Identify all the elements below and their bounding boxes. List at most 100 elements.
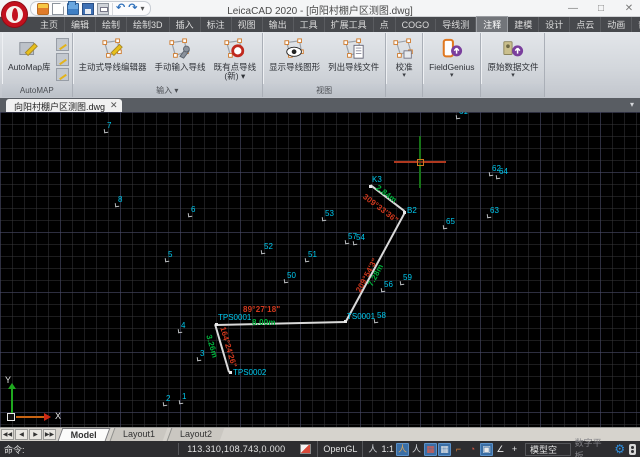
opengl-button[interactable]: OpenGL xyxy=(317,441,363,457)
menu-tab-18[interactable]: 动画 xyxy=(601,17,632,32)
menu-tab-4[interactable]: 绘制3D xyxy=(127,17,170,32)
model-space-button[interactable]: 模型空间 xyxy=(525,443,571,456)
ribbon-group-caption-3: 视图 xyxy=(263,84,385,97)
layout-nav-4[interactable]: ▶▶ xyxy=(43,429,56,440)
layout-tab-label-layout1: Layout1 xyxy=(123,428,155,441)
automap-icon xyxy=(17,36,41,62)
automap-small-button-1[interactable] xyxy=(56,38,69,51)
polar-tracking-icon[interactable]: ◔ xyxy=(466,443,479,456)
ribbon-group-caption-4 xyxy=(386,84,422,97)
existing-point-traverse-button[interactable]: 既有点导线(新) ▾ xyxy=(211,35,260,82)
edit-icon xyxy=(101,36,125,62)
layout-nav-2[interactable]: ◀ xyxy=(15,429,28,440)
user-mini-icon[interactable] xyxy=(629,444,636,455)
point-label-51: 51 xyxy=(308,251,317,259)
point-label-63: 63 xyxy=(490,207,499,215)
layout-nav-3[interactable]: ▶ xyxy=(29,429,42,440)
menu-tab-11[interactable]: 点 xyxy=(374,17,396,32)
active-traverse-editor-button[interactable]: 主动式导线编辑器 xyxy=(76,35,150,73)
menu-tab-12[interactable]: COGO xyxy=(396,19,437,31)
osnap-icon[interactable]: ▣ xyxy=(480,443,493,456)
menu-tab-10[interactable]: 扩展工具 xyxy=(325,17,374,32)
eye-icon xyxy=(283,36,307,62)
docbar-chevron-icon[interactable]: ▾ xyxy=(630,100,634,109)
coordinates-readout: 113.310,108.743,0.000 xyxy=(179,444,293,454)
layout-tab-bar: ◀◀◀▶▶▶ModelLayout1Layout2 xyxy=(0,427,640,441)
ucs-x-axis xyxy=(16,416,44,418)
layout-nav-1[interactable]: ◀◀ xyxy=(1,429,14,440)
layout-tab-layout1[interactable]: Layout1 xyxy=(110,428,168,441)
ucs-origin xyxy=(7,413,15,421)
point-label-54: 54 xyxy=(356,234,365,242)
manual-input-traverse-button[interactable]: 手动输入导线 xyxy=(152,35,209,73)
point-label-4: 4 xyxy=(181,322,185,330)
menu-tab-3[interactable]: 绘制 xyxy=(96,17,127,32)
point-label-2: 2 xyxy=(166,395,170,403)
station-vertex-TPS0002 xyxy=(229,371,232,374)
ribbon-tab-bar: 主页编辑绘制绘制3D插入标注视图输出工具扩展工具点COGO导线测注释建模设计点云… xyxy=(0,17,640,32)
menu-tab-17[interactable]: 点云 xyxy=(570,17,601,32)
raw-data-file-button[interactable]: 原始数据文件▾ xyxy=(484,35,541,80)
annotation-scale-label[interactable]: 1:1 xyxy=(380,443,395,456)
ribbon-group-caption-1: AutoMAP xyxy=(2,84,72,97)
automap-small-button-3[interactable] xyxy=(56,68,69,81)
calibrate-button-dropdown-icon: ▾ xyxy=(402,72,406,79)
status-bar: 命令: 113.310,108.743,0.000 OpenGL 人1:1人人▦… xyxy=(0,441,640,457)
automap-library-button[interactable]: AutoMap库 xyxy=(5,35,54,73)
menu-tab-1[interactable]: 主页 xyxy=(34,17,65,32)
menu-tab-8[interactable]: 输出 xyxy=(263,17,294,32)
menu-tab-15[interactable]: 建模 xyxy=(508,17,539,32)
fieldgenius-button-dropdown-icon: ▾ xyxy=(450,72,454,79)
snap-grid-icon[interactable]: ▦ xyxy=(438,443,451,456)
calibrate-button-label: 校准 xyxy=(396,62,413,72)
menu-tab-19[interactable]: 帮助 xyxy=(632,17,640,32)
ribbon-group-body: 原始数据文件▾ xyxy=(481,33,544,84)
annotation-person-icon[interactable]: 人 xyxy=(366,443,379,456)
automap-small-button-2[interactable] xyxy=(56,53,69,66)
measurement-distance-4: 3.26m xyxy=(204,334,218,359)
dyn-input-icon[interactable]: + xyxy=(508,443,521,456)
drawing-canvas[interactable]: Y X 786535255150432161626463655754595658… xyxy=(0,112,640,427)
ribbon-group-5: FieldGenius▾ xyxy=(423,33,481,97)
annotation-visibility-icon[interactable]: 人 xyxy=(396,443,409,456)
settings-gear-icon[interactable]: ⚙ xyxy=(614,442,625,456)
calibrate-button[interactable]: 校准▾ xyxy=(389,35,419,80)
menu-tab-6[interactable]: 标注 xyxy=(201,17,232,32)
ribbon-group-body: AutoMap库 xyxy=(2,33,72,84)
menu-tab-9[interactable]: 工具 xyxy=(294,17,325,32)
menu-tab-13[interactable]: 导线测 xyxy=(436,17,476,32)
document-close-icon[interactable]: ✕ xyxy=(110,100,118,112)
show-traverse-graphic-button-label: 显示导线图形 xyxy=(269,62,320,72)
point-label-58: 58 xyxy=(377,312,386,320)
menu-tab-14[interactable]: 注释 xyxy=(476,16,508,33)
station-vertex-K3 xyxy=(369,185,372,188)
app-logo-icon[interactable] xyxy=(1,1,28,28)
application-window: ↶↷▾ LeicaCAD 2020 - [向阳村棚户区测图.dwg] —□✕ 主… xyxy=(0,0,640,457)
layout-tab-layout2[interactable]: Layout2 xyxy=(167,428,225,441)
document-tab[interactable]: 向阳村棚户区测图.dwg ✕ xyxy=(6,99,122,112)
plot-style-icon[interactable] xyxy=(300,444,312,454)
list-traverse-file-button[interactable]: 列出导线文件 xyxy=(325,35,382,73)
menu-tab-5[interactable]: 插入 xyxy=(170,17,201,32)
close-button[interactable]: ✕ xyxy=(622,3,636,14)
otrack-icon[interactable]: ∠ xyxy=(494,443,507,456)
menu-tab-16[interactable]: 设计 xyxy=(539,17,570,32)
manual-input-traverse-button-label: 手动输入导线 xyxy=(155,62,206,72)
digitizer-button[interactable]: 数字平板 xyxy=(571,436,615,457)
menu-tab-7[interactable]: 视图 xyxy=(232,17,263,32)
show-traverse-graphic-button[interactable]: 显示导线图形 xyxy=(266,35,323,73)
minimize-button[interactable]: — xyxy=(566,3,580,14)
fieldgenius-button[interactable]: FieldGenius▾ xyxy=(426,35,477,80)
grid-display-icon[interactable]: ▦ xyxy=(424,443,437,456)
station-vertex-TPS0001 xyxy=(215,323,218,326)
layout-tab-model[interactable]: Model xyxy=(58,428,111,441)
annotation-auto-icon[interactable]: 人 xyxy=(410,443,423,456)
maximize-button[interactable]: □ xyxy=(594,3,608,14)
nodes-icon xyxy=(392,36,416,62)
point-label-64: 64 xyxy=(499,168,508,176)
command-prompt[interactable]: 命令: xyxy=(0,443,178,456)
ortho-icon[interactable]: ⌐ xyxy=(452,443,465,456)
circle-icon xyxy=(223,36,247,62)
station-label-TPS0001: TPS0001 xyxy=(218,314,251,322)
menu-tab-2[interactable]: 编辑 xyxy=(65,17,96,32)
